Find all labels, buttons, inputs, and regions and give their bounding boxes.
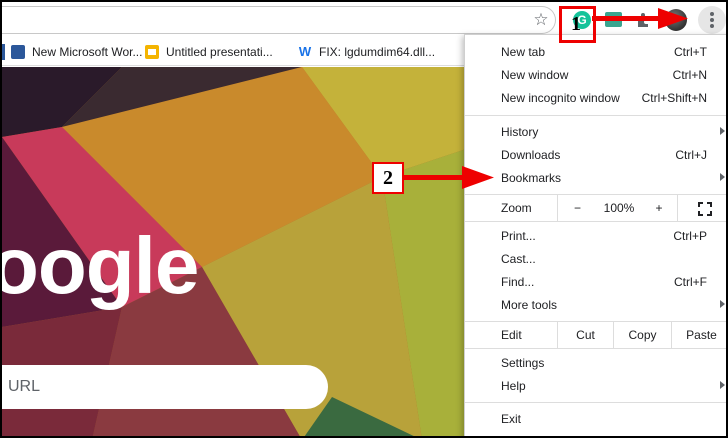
menu-label: History [501, 125, 539, 139]
menu-label: More tools [501, 298, 558, 312]
bookmark-label: Untitled presentati... [166, 45, 273, 59]
menu-label: Help [501, 379, 526, 393]
menu-item-bookmarks[interactable]: Bookmarks [465, 167, 726, 190]
menu-zoom-row: Zoom − 100% + [465, 195, 726, 221]
menu-shortcut: Ctrl+F [674, 275, 707, 289]
bookmark-edge [2, 44, 5, 60]
menu-label: Edit [501, 328, 522, 342]
fullscreen-icon[interactable] [677, 195, 726, 221]
menu-divider [465, 402, 726, 403]
callout-number-2: 2 [372, 162, 404, 194]
menu-label: New window [501, 68, 569, 82]
slides-icon [145, 45, 159, 59]
more-vert-icon[interactable] [698, 6, 726, 34]
menu-item-help[interactable]: Help [465, 375, 726, 398]
menu-divider [465, 115, 726, 116]
zoom-in-button[interactable]: + [641, 195, 677, 221]
menu-label: Print... [501, 229, 536, 243]
menu-shortcut: Ctrl+N [672, 68, 707, 82]
menu-item-more-tools[interactable]: More tools [465, 294, 726, 317]
browser-window: ☆ G New Microsoft Wor... Untitled presen… [0, 0, 728, 438]
search-placeholder: URL [8, 378, 41, 395]
menu-shortcut: Ctrl+Shift+N [641, 91, 707, 105]
search-box[interactable]: URL [2, 365, 328, 409]
menu-shortcut: Ctrl+P [673, 229, 707, 243]
menu-item-downloads[interactable]: Downloads Ctrl+J [465, 144, 726, 167]
menu-label: Exit [501, 412, 522, 426]
menu-item-print[interactable]: Print... Ctrl+P [465, 225, 726, 248]
zoom-level: 100% [603, 201, 635, 215]
menu-label: Cast... [501, 252, 536, 266]
submenu-arrow-icon [720, 173, 725, 181]
google-logo: oogle [2, 221, 199, 310]
menu-item-find[interactable]: Find... Ctrl+F [465, 271, 726, 294]
bookmark-item-presentation[interactable]: Untitled presentati... [145, 44, 273, 60]
cut-button[interactable]: Cut [557, 322, 613, 348]
word-doc-icon [11, 45, 25, 59]
menu-label: New tab [501, 45, 546, 59]
menu-label: New incognito window [501, 91, 620, 105]
menu-divider [465, 221, 726, 222]
menu-shortcut: Ctrl+T [674, 45, 707, 59]
menu-label: Bookmarks [501, 171, 562, 185]
submenu-arrow-icon [720, 127, 725, 135]
submenu-arrow-icon [720, 300, 725, 308]
zoom-out-button[interactable]: − [557, 195, 597, 221]
chrome-menu: New tab Ctrl+T New window Ctrl+N New inc… [464, 34, 726, 436]
bookmark-item-fix[interactable]: W FIX: lgdumdim64.dll... [298, 44, 435, 60]
menu-item-new-incognito[interactable]: New incognito window Ctrl+Shift+N [465, 87, 726, 110]
menu-label: Settings [501, 356, 545, 370]
bookmark-item-word[interactable]: New Microsoft Wor... [11, 44, 142, 60]
menu-label: Find... [501, 275, 535, 289]
menu-item-cast[interactable]: Cast... [465, 248, 726, 271]
menu-item-settings[interactable]: Settings [465, 352, 726, 375]
callout-arrow-2 [404, 166, 494, 189]
menu-label: Downloads [501, 148, 561, 162]
address-bar[interactable] [2, 6, 556, 34]
menu-item-history[interactable]: History [465, 121, 726, 144]
bookmark-label: New Microsoft Wor... [32, 45, 143, 59]
menu-divider [465, 348, 726, 349]
submenu-arrow-icon [720, 381, 725, 389]
menu-item-new-window[interactable]: New window Ctrl+N [465, 64, 726, 87]
paste-button[interactable]: Paste [671, 322, 726, 348]
callout-number-1: 1 [571, 13, 581, 35]
star-icon[interactable]: ☆ [532, 11, 550, 29]
bookmark-label: FIX: lgdumdim64.dll... [319, 45, 436, 59]
menu-label: Zoom [501, 201, 532, 215]
copy-button[interactable]: Copy [613, 322, 671, 348]
menu-shortcut: Ctrl+J [675, 148, 707, 162]
menu-item-exit[interactable]: Exit [465, 408, 726, 431]
callout-arrow-1 [592, 8, 688, 29]
menu-item-new-tab[interactable]: New tab Ctrl+T [465, 41, 726, 64]
menu-edit-row: Edit Cut Copy Paste [465, 322, 726, 348]
w-site-icon: W [298, 44, 312, 59]
